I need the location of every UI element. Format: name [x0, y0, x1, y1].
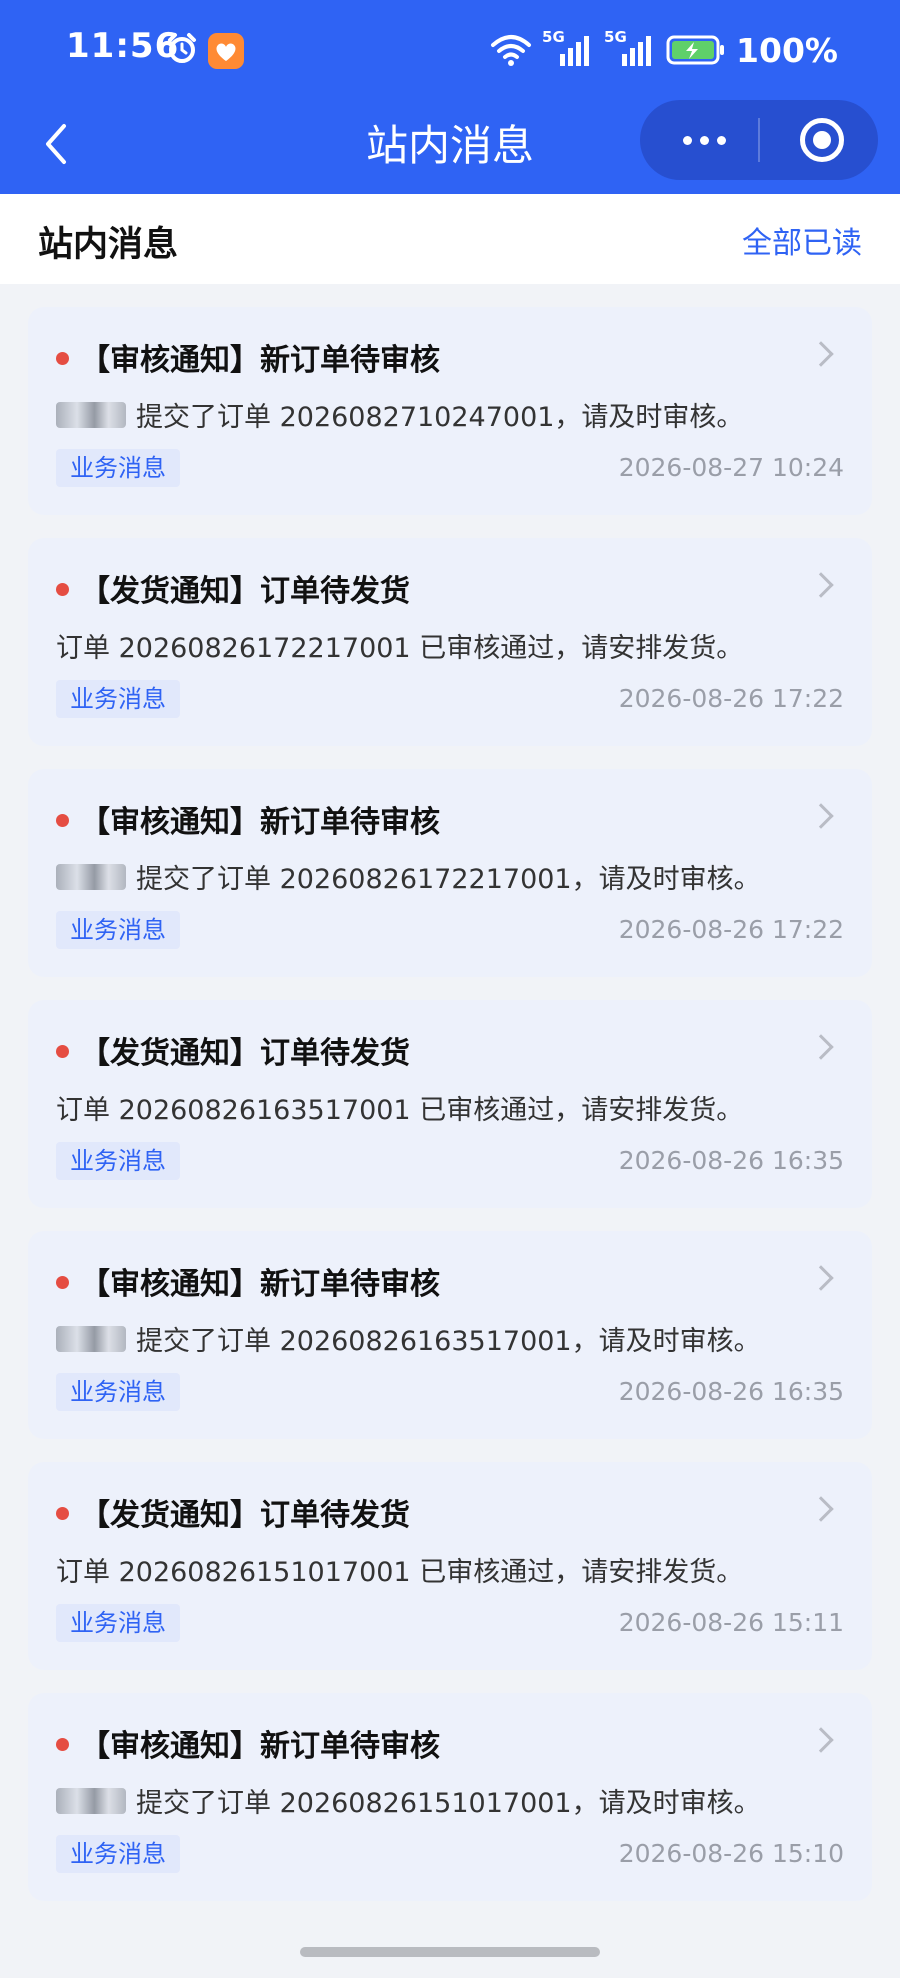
- message-text: 订单 20260826151017001 已审核通过，请安排发货。: [56, 1557, 744, 1588]
- message-card[interactable]: 【审核通知】新订单待审核提交了订单 2026082710247001，请及时审核…: [28, 307, 872, 515]
- message-text: 提交了订单 20260826172217001，请及时审核。: [136, 864, 761, 895]
- redacted-name: [56, 863, 126, 890]
- status-time: 11:56: [66, 26, 180, 66]
- message-tag: 业务消息: [56, 680, 180, 718]
- unread-dot: [56, 1045, 69, 1058]
- message-title: 【发货通知】订单待发货: [80, 1036, 410, 1071]
- message-card[interactable]: 【发货通知】订单待发货订单 20260826172217001 已审核通过，请安…: [28, 538, 872, 746]
- message-tag: 业务消息: [56, 1373, 180, 1411]
- signal-icon-1: 5G: [542, 28, 594, 68]
- battery-percent: 100%: [736, 30, 838, 70]
- message-tag: 业务消息: [56, 1604, 180, 1642]
- chevron-right-icon: [808, 1496, 834, 1522]
- chevron-right-icon: [808, 1034, 834, 1060]
- message-time: 2026-08-26 17:22: [618, 915, 844, 944]
- redacted-name: [56, 401, 126, 428]
- redacted-name: [56, 1787, 126, 1814]
- status-icons: 5G 5G 100%: [490, 28, 838, 70]
- message-text: 提交了订单 20260826163517001，请及时审核。: [136, 1326, 761, 1357]
- unread-dot: [56, 814, 69, 827]
- mark-all-read-button[interactable]: 全部已读: [742, 218, 862, 262]
- message-card[interactable]: 【发货通知】订单待发货订单 20260826163517001 已审核通过，请安…: [28, 1000, 872, 1208]
- capsule-divider: [758, 118, 760, 162]
- chevron-right-icon: [808, 1265, 834, 1291]
- message-time: 2026-08-26 15:10: [618, 1839, 844, 1868]
- message-tag: 业务消息: [56, 1835, 180, 1873]
- status-bar: 11:56 5G 5G 100%: [0, 0, 900, 100]
- chevron-right-icon: [808, 572, 834, 598]
- message-card[interactable]: 【审核通知】新订单待审核提交了订单 20260826151017001，请及时审…: [28, 1693, 872, 1901]
- chevron-right-icon: [808, 1727, 834, 1753]
- message-title: 【发货通知】订单待发货: [80, 1498, 410, 1533]
- message-text: 订单 20260826172217001 已审核通过，请安排发货。: [56, 633, 744, 664]
- message-text: 订单 20260826163517001 已审核通过，请安排发货。: [56, 1095, 744, 1126]
- redacted-name: [56, 1325, 126, 1352]
- unread-dot: [56, 1738, 69, 1751]
- close-mini-program-button[interactable]: [800, 118, 844, 162]
- message-time: 2026-08-26 16:35: [618, 1377, 844, 1406]
- alarm-icon: [168, 33, 196, 63]
- signal-icon-2: 5G: [604, 28, 656, 68]
- chevron-right-icon: [808, 341, 834, 367]
- message-card[interactable]: 【审核通知】新订单待审核提交了订单 20260826172217001，请及时审…: [28, 769, 872, 977]
- message-body: 提交了订单 20260826151017001，请及时审核。: [56, 1781, 761, 1820]
- message-text: 提交了订单 2026082710247001，请及时审核。: [136, 402, 744, 433]
- wifi-icon: [491, 35, 532, 66]
- message-title: 【审核通知】新订单待审核: [80, 343, 440, 378]
- message-tag: 业务消息: [56, 449, 180, 487]
- message-tag: 业务消息: [56, 1142, 180, 1180]
- chevron-right-icon: [808, 803, 834, 829]
- message-text: 提交了订单 20260826151017001，请及时审核。: [136, 1788, 761, 1819]
- message-body: 提交了订单 20260826172217001，请及时审核。: [56, 857, 761, 896]
- message-body: 提交了订单 20260826163517001，请及时审核。: [56, 1319, 761, 1358]
- message-time: 2026-08-27 10:24: [618, 453, 844, 482]
- message-card[interactable]: 【审核通知】新订单待审核提交了订单 20260826163517001，请及时审…: [28, 1231, 872, 1439]
- message-body: 订单 20260826163517001 已审核通过，请安排发货。: [56, 1088, 743, 1127]
- message-body: 订单 20260826172217001 已审核通过，请安排发货。: [56, 626, 743, 665]
- section-title: 站内消息: [38, 225, 179, 265]
- message-time: 2026-08-26 15:11: [618, 1608, 844, 1637]
- message-tag: 业务消息: [56, 911, 180, 949]
- message-body: 订单 20260826151017001 已审核通过，请安排发货。: [56, 1550, 743, 1589]
- message-list: 【审核通知】新订单待审核提交了订单 2026082710247001，请及时审核…: [28, 307, 872, 1924]
- app-notification-icon: [208, 33, 244, 69]
- message-body: 提交了订单 2026082710247001，请及时审核。: [56, 395, 743, 434]
- home-indicator[interactable]: [300, 1947, 600, 1957]
- message-title: 【审核通知】新订单待审核: [80, 805, 440, 840]
- section-header: 站内消息 全部已读: [0, 194, 900, 284]
- message-time: 2026-08-26 17:22: [618, 684, 844, 713]
- nav-bar: 站内消息: [0, 100, 900, 194]
- unread-dot: [56, 1276, 69, 1289]
- unread-dot: [56, 583, 69, 596]
- message-title: 【审核通知】新订单待审核: [80, 1267, 440, 1302]
- mini-program-capsule: [640, 100, 878, 180]
- message-title: 【审核通知】新订单待审核: [80, 1729, 440, 1764]
- message-time: 2026-08-26 16:35: [618, 1146, 844, 1175]
- message-title: 【发货通知】订单待发货: [80, 574, 410, 609]
- battery-charging-icon: [666, 35, 725, 65]
- unread-dot: [56, 352, 69, 365]
- unread-dot: [56, 1507, 69, 1520]
- more-options-button[interactable]: [674, 126, 734, 154]
- message-card[interactable]: 【发货通知】订单待发货订单 20260826151017001 已审核通过，请安…: [28, 1462, 872, 1670]
